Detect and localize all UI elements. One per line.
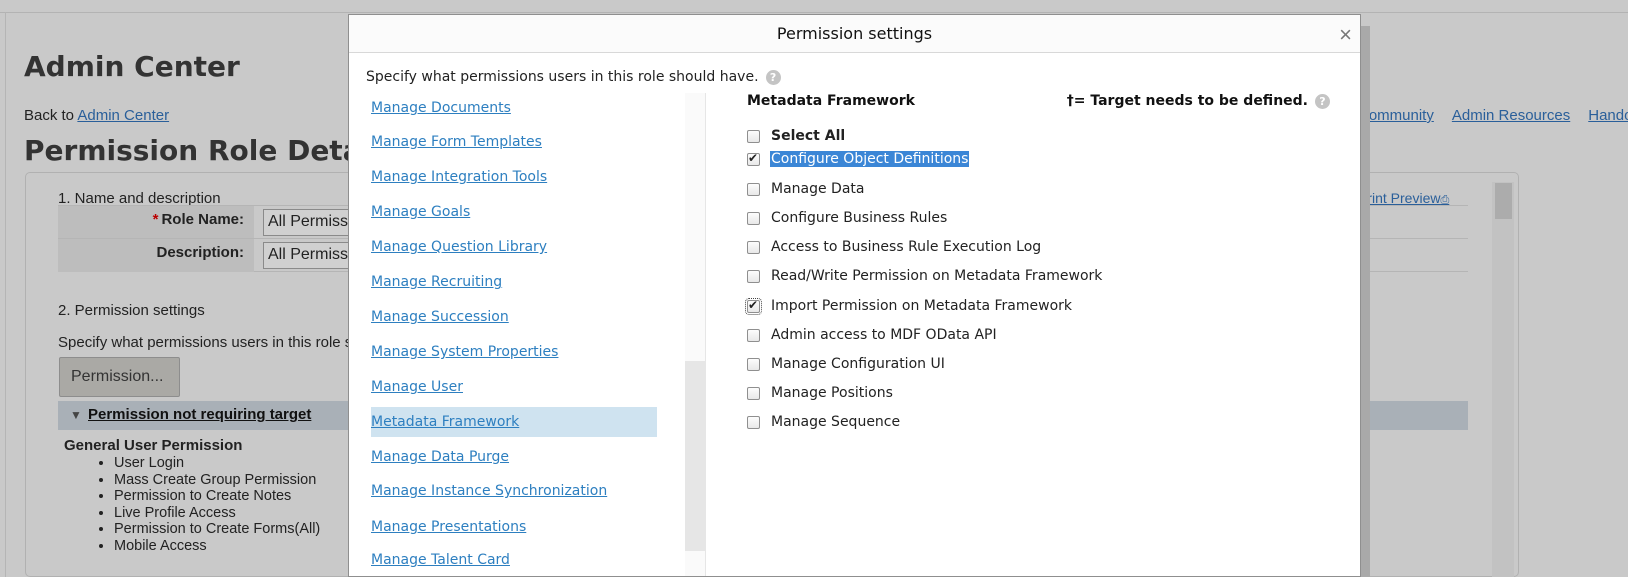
collapse-triangle-icon: ▼ [70, 408, 82, 422]
read-write-permission-checkbox[interactable] [747, 269, 760, 283]
category-manage-instance-synchronization[interactable]: Manage Instance Synchronization [371, 476, 657, 506]
permission-bar-label: Permission not requiring target [88, 406, 312, 423]
permission-row: Import Permission on Metadata Framework [745, 294, 1072, 318]
permission-label[interactable]: Admin access to MDF OData API [771, 327, 997, 343]
configure-business-rules-checkbox[interactable] [747, 211, 760, 225]
permission-row: Manage Positions [747, 381, 893, 405]
manage-positions-checkbox[interactable] [747, 386, 760, 400]
intro-text: Specify what permissions users in this r… [366, 69, 759, 85]
back-to-admin-center-link[interactable]: Admin Center [77, 107, 169, 124]
role-name-label: * Role Name: [58, 206, 254, 239]
handouts-link[interactable]: Handou [1588, 107, 1628, 124]
dialog-title: Permission settings [776, 24, 933, 43]
permission-row: Configure Business Rules [747, 206, 947, 230]
permission-label[interactable]: Read/Write Permission on Metadata Framew… [771, 268, 1102, 284]
back-link-row: Back to Admin Center [24, 107, 169, 124]
category-manage-user[interactable]: Manage User [371, 372, 657, 402]
permission-label[interactable]: Configure Object Definitions [770, 151, 970, 167]
general-permission-list: User Login Mass Create Group Permission … [96, 455, 320, 554]
target-note-text: †= Target needs to be defined. [1066, 93, 1308, 109]
page-scrollbar[interactable] [1492, 182, 1514, 577]
admin-resources-link[interactable]: Admin Resources [1452, 107, 1570, 124]
category-manage-succession[interactable]: Manage Succession [371, 302, 657, 332]
category-metadata-framework[interactable]: Metadata Framework [371, 407, 657, 437]
permission-label[interactable]: Manage Data [771, 181, 865, 197]
list-item: Live Profile Access [114, 505, 320, 522]
category-manage-goals[interactable]: Manage Goals [371, 197, 657, 227]
list-item: Mobile Access [114, 538, 320, 555]
top-divider [0, 12, 1628, 13]
category-manage-form-templates[interactable]: Manage Form Templates [371, 127, 657, 157]
select-all-label[interactable]: Select All [771, 128, 845, 144]
odata-api-access-checkbox[interactable] [747, 328, 760, 342]
list-item: Permission to Create Notes [114, 488, 320, 505]
page-scroll-thumb[interactable] [1495, 183, 1512, 219]
section-title: Metadata Framework [747, 93, 915, 109]
modal-shadow [1361, 26, 1370, 577]
category-manage-presentations[interactable]: Manage Presentations [371, 512, 657, 542]
permission-settings-dialog: Permission settings × Specify what permi… [348, 14, 1361, 577]
help-icon[interactable]: ? [1315, 93, 1330, 109]
permission-label[interactable]: Manage Configuration UI [771, 356, 945, 372]
specify-text: Specify what permissions users in this r… [58, 334, 353, 351]
category-list: Manage Documents Manage Form Templates M… [371, 93, 657, 576]
permission-label[interactable]: Access to Business Rule Execution Log [771, 239, 1041, 255]
dialog-intro: Specify what permissions users in this r… [366, 69, 781, 85]
page-heading: Permission Role Detail [24, 134, 381, 167]
import-permission-checkbox[interactable] [745, 297, 762, 315]
permission-row: Admin access to MDF OData API [747, 323, 997, 347]
permission-row: Configure Object Definitions [747, 147, 970, 171]
category-manage-question-library[interactable]: Manage Question Library [371, 232, 657, 262]
category-manage-recruiting[interactable]: Manage Recruiting [371, 267, 657, 297]
permission-label[interactable]: Manage Positions [771, 385, 893, 401]
print-preview-label: Print Preview [1358, 190, 1441, 206]
list-item: User Login [114, 455, 320, 472]
category-manage-integration-tools[interactable]: Manage Integration Tools [371, 162, 657, 192]
section-permission-settings: 2. Permission settings [58, 302, 205, 319]
permission-row: Access to Business Rule Execution Log [747, 235, 1041, 259]
manage-data-checkbox[interactable] [747, 182, 760, 196]
category-manage-talent-card[interactable]: Manage Talent Card [371, 545, 657, 575]
back-prefix: Back to [24, 107, 75, 124]
permission-label[interactable]: Configure Business Rules [771, 210, 947, 226]
category-scroll-thumb[interactable] [685, 361, 705, 551]
configure-object-definitions-checkbox[interactable] [747, 151, 760, 166]
list-item: Permission to Create Forms(All) [114, 521, 320, 538]
permission-row: Manage Data [747, 177, 865, 201]
dialog-header: Permission settings × [349, 15, 1360, 53]
category-manage-documents[interactable]: Manage Documents [371, 93, 657, 123]
permission-row: Read/Write Permission on Metadata Framew… [747, 264, 1102, 288]
general-user-permission-heading: General User Permission [64, 437, 243, 454]
top-links: CommunityAdmin ResourcesHandou [1358, 107, 1628, 124]
permission-row: Manage Sequence [747, 410, 900, 434]
permission-label[interactable]: Import Permission on Metadata Framework [771, 298, 1072, 314]
list-item: Mass Create Group Permission [114, 472, 320, 489]
close-icon[interactable]: × [1339, 24, 1352, 46]
business-rule-log-checkbox[interactable] [747, 240, 760, 254]
help-icon[interactable]: ? [765, 69, 781, 85]
admin-center-title: Admin Center [24, 50, 240, 83]
select-all-checkbox[interactable] [747, 129, 760, 143]
permission-row: Manage Configuration UI [747, 352, 945, 376]
category-manage-data-purge[interactable]: Manage Data Purge [371, 442, 657, 472]
category-manage-system-properties[interactable]: Manage System Properties [371, 337, 657, 367]
left-edge [5, 12, 6, 577]
permission-button[interactable]: Permission... [59, 357, 180, 397]
manage-sequence-checkbox[interactable] [747, 415, 760, 429]
target-note: †= Target needs to be defined. ? [1067, 93, 1330, 109]
permission-label[interactable]: Manage Sequence [771, 414, 900, 430]
column-divider [705, 93, 706, 576]
select-all-row: Select All [747, 124, 845, 148]
manage-configuration-ui-checkbox[interactable] [747, 357, 760, 371]
description-label: Description: [58, 239, 254, 272]
